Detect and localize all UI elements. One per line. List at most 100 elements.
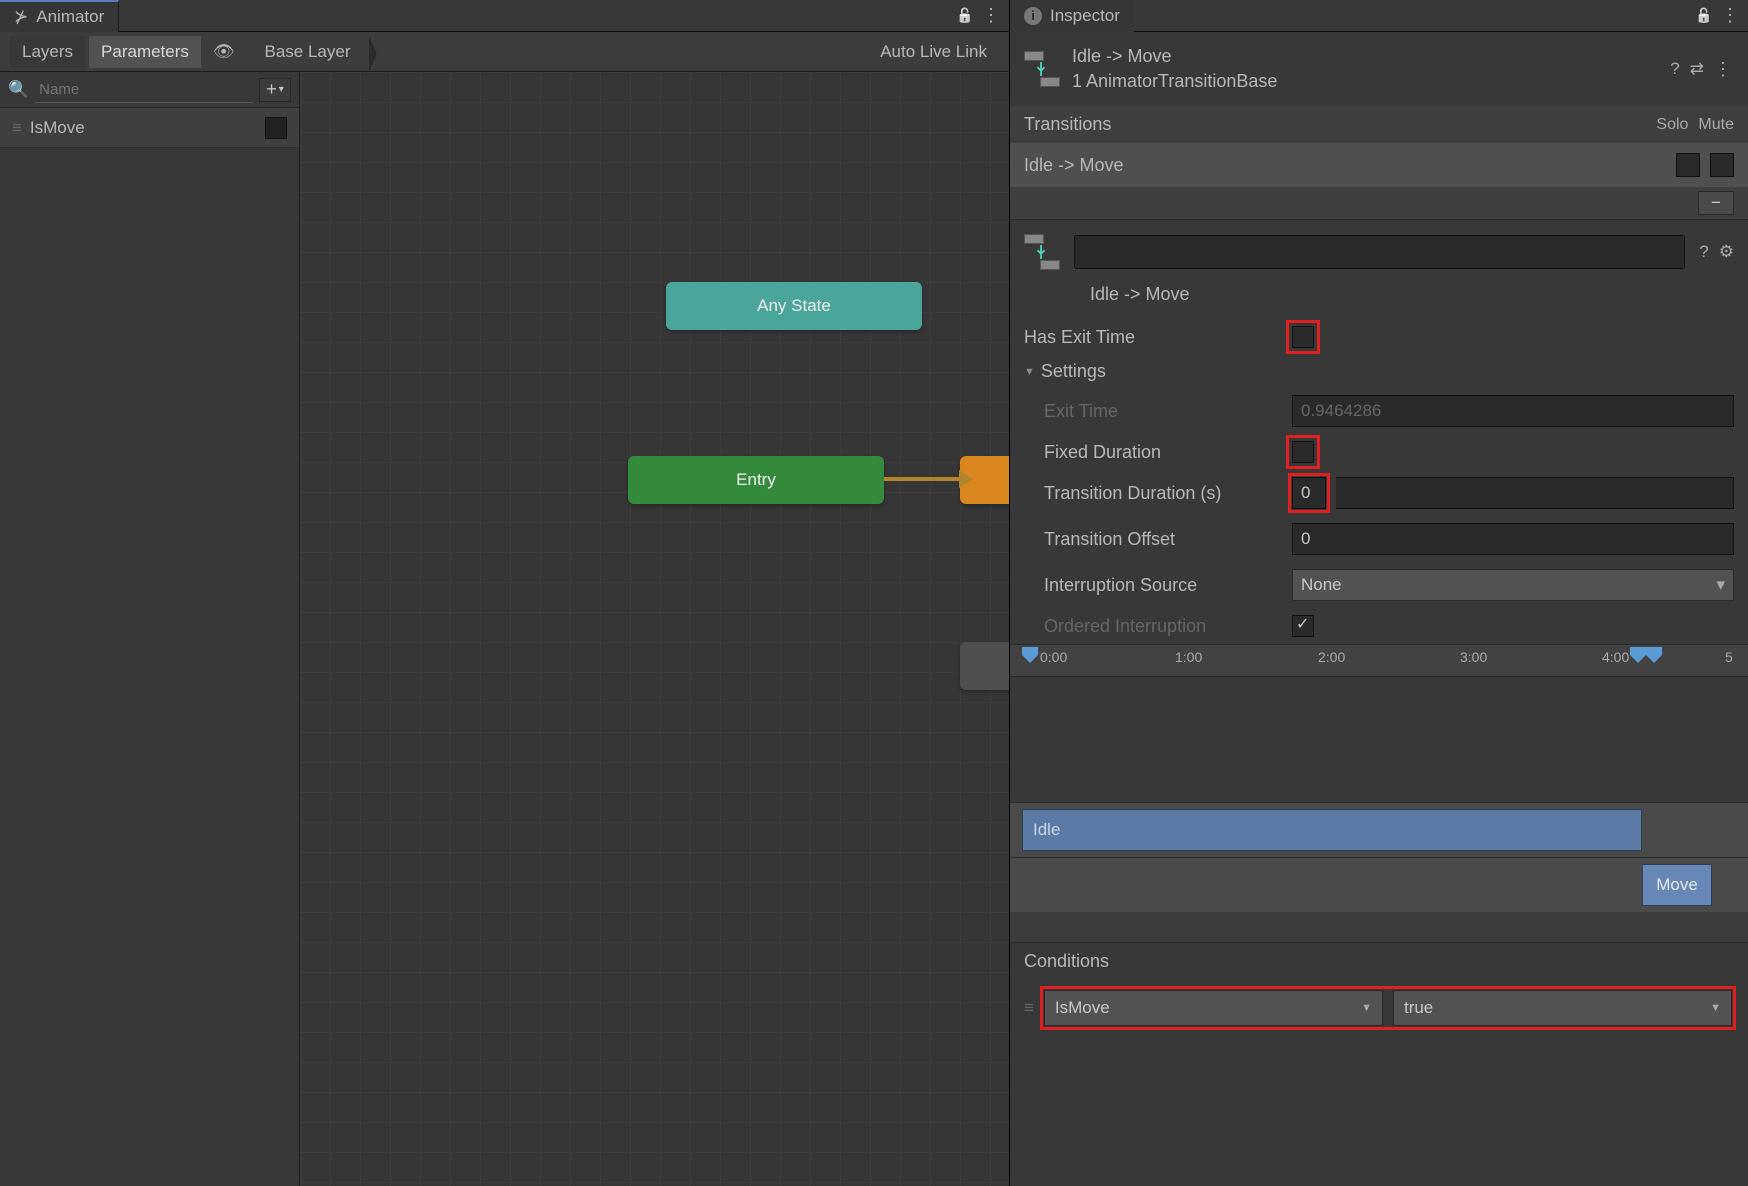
- inspector-subtitle: 1 AnimatorTransitionBase: [1072, 71, 1277, 92]
- lock-icon[interactable]: [957, 8, 973, 24]
- layers-tab-btn[interactable]: Layers: [10, 36, 85, 68]
- transition-icon: [1024, 51, 1060, 87]
- animator-tab-bar: ⊁ Animator: [0, 0, 1009, 32]
- mute-label: Mute: [1698, 116, 1734, 134]
- help-icon[interactable]: ?: [1699, 242, 1708, 262]
- node-move[interactable]: Move: [960, 642, 1009, 690]
- animator-tab[interactable]: ⊁ Animator: [0, 0, 119, 32]
- interruption-source-label: Interruption Source: [1024, 575, 1282, 596]
- fixed-duration-checkbox[interactable]: [1292, 441, 1314, 463]
- transition-item-label: Idle -> Move: [1024, 155, 1124, 176]
- transition-duration-field[interactable]: [1336, 477, 1734, 509]
- gear-icon[interactable]: ⚙: [1719, 242, 1734, 262]
- condition-parameter-select[interactable]: IsMove: [1044, 990, 1383, 1026]
- transition-icon: [1024, 234, 1060, 270]
- timeline-move-track[interactable]: Move: [1010, 857, 1748, 912]
- inspector-icon: i: [1024, 7, 1042, 25]
- has-exit-time-checkbox[interactable]: [1292, 326, 1314, 348]
- mute-checkbox[interactable]: [1710, 153, 1734, 177]
- node-any-state[interactable]: Any State: [666, 282, 922, 330]
- parameter-search-input[interactable]: [35, 77, 253, 103]
- transition-duration-label: Transition Duration (s): [1024, 483, 1282, 504]
- node-entry[interactable]: Entry: [628, 456, 884, 504]
- conditions-header: Conditions: [1010, 942, 1748, 980]
- panel-menu-icon[interactable]: [983, 8, 999, 24]
- lock-icon[interactable]: [1696, 8, 1712, 24]
- interruption-source-select[interactable]: None: [1292, 569, 1734, 601]
- eye-icon[interactable]: 👁: [213, 42, 235, 62]
- idle-clip-block[interactable]: Idle: [1022, 809, 1642, 851]
- has-exit-time-row: Has Exit Time: [1010, 319, 1748, 355]
- help-icon[interactable]: ?: [1670, 59, 1679, 80]
- timeline-idle-track[interactable]: Idle: [1010, 802, 1748, 857]
- move-clip-block[interactable]: Move: [1642, 864, 1712, 906]
- transitions-label: Transitions: [1024, 114, 1111, 135]
- animator-toolbar: Layers Parameters 👁 Base Layer Auto Live…: [0, 32, 1009, 72]
- transition-name-row: ? ⚙: [1010, 220, 1748, 284]
- timeline-tracks[interactable]: [1010, 677, 1748, 802]
- ruler-tick: 4:00: [1602, 649, 1629, 665]
- panel-menu-icon[interactable]: [1722, 8, 1738, 24]
- transition-name-label: Idle -> Move: [1010, 284, 1748, 319]
- fixed-duration-label: Fixed Duration: [1024, 442, 1282, 463]
- transition-entry-idle[interactable]: [884, 477, 959, 481]
- transition-name-input[interactable]: [1074, 235, 1685, 269]
- interruption-source-row: Interruption Source None: [1010, 562, 1748, 608]
- drag-handle-icon[interactable]: ≡: [1024, 998, 1032, 1018]
- drag-handle-icon[interactable]: ≡: [12, 118, 20, 138]
- auto-live-link-btn[interactable]: Auto Live Link: [868, 36, 999, 68]
- timeline-ruler[interactable]: 0:00 1:00 2:00 3:00 4:00 5: [1010, 645, 1748, 677]
- solo-label: Solo: [1656, 116, 1688, 134]
- settings-foldout[interactable]: Settings: [1010, 355, 1748, 388]
- inspector-tab-label: Inspector: [1050, 6, 1120, 26]
- has-exit-time-label: Has Exit Time: [1024, 327, 1282, 348]
- settings-icon[interactable]: ⇄: [1690, 59, 1704, 80]
- transition-timeline[interactable]: 0:00 1:00 2:00 3:00 4:00 5 Idle Move: [1010, 644, 1748, 942]
- inspector-panel: i Inspector Idle -> Move 1 AnimatorTrans…: [1010, 0, 1748, 1186]
- search-icon: 🔍: [8, 80, 29, 100]
- ruler-tick: 2:00: [1318, 649, 1345, 665]
- add-parameter-button[interactable]: +▾: [259, 78, 291, 102]
- ordered-interruption-row: Ordered Interruption: [1010, 608, 1748, 644]
- remove-transition-button[interactable]: −: [1698, 191, 1734, 215]
- menu-icon[interactable]: [1714, 59, 1732, 80]
- parameter-bool-checkbox[interactable]: [265, 117, 287, 139]
- animator-panel: ⊁ Animator Layers Parameters 👁 Base Laye…: [0, 0, 1010, 1186]
- transition-offset-row: Transition Offset: [1010, 516, 1748, 562]
- exit-time-row: Exit Time: [1010, 388, 1748, 434]
- parameter-item[interactable]: ≡ IsMove: [0, 108, 299, 148]
- transition-duration-row: Transition Duration (s): [1010, 470, 1748, 516]
- ordered-interruption-checkbox: [1292, 615, 1314, 637]
- parameter-name: IsMove: [30, 118, 85, 138]
- exit-time-field: [1292, 395, 1734, 427]
- solo-checkbox[interactable]: [1676, 153, 1700, 177]
- inspector-tab[interactable]: i Inspector: [1010, 0, 1134, 32]
- parameters-sidebar: 🔍 +▾ ≡ IsMove: [0, 72, 300, 1186]
- ordered-interruption-label: Ordered Interruption: [1024, 616, 1282, 637]
- transition-offset-field[interactable]: [1292, 523, 1734, 555]
- animator-tab-label: Animator: [36, 7, 104, 27]
- ruler-tick: 3:00: [1460, 649, 1487, 665]
- condition-value-select[interactable]: true: [1393, 990, 1732, 1026]
- fixed-duration-row: Fixed Duration: [1010, 434, 1748, 470]
- ruler-tick: 5: [1725, 649, 1733, 665]
- inspector-header: Idle -> Move 1 AnimatorTransitionBase ? …: [1010, 32, 1748, 106]
- transition-duration-field-highlight[interactable]: [1292, 477, 1326, 509]
- playhead-out-icon[interactable]: [1644, 645, 1664, 670]
- condition-row: ≡ IsMove true: [1010, 980, 1748, 1036]
- breadcrumb-item[interactable]: Base Layer: [253, 36, 369, 68]
- ruler-tick: 0:00: [1040, 649, 1067, 665]
- parameters-tab-btn[interactable]: Parameters: [89, 36, 201, 68]
- settings-label: Settings: [1041, 361, 1106, 382]
- inspector-tab-bar: i Inspector: [1010, 0, 1748, 32]
- transition-list-item[interactable]: Idle -> Move: [1010, 143, 1748, 187]
- inspector-title: Idle -> Move: [1072, 46, 1277, 67]
- breadcrumb[interactable]: Base Layer: [253, 36, 369, 68]
- animator-icon: ⊁: [14, 7, 28, 27]
- playhead-start-icon[interactable]: [1020, 645, 1040, 670]
- ruler-tick: 1:00: [1175, 649, 1202, 665]
- animator-graph[interactable]: Any State Entry Idle Move: [300, 72, 1009, 1186]
- transitions-header: Transitions Solo Mute: [1010, 106, 1748, 143]
- transition-offset-label: Transition Offset: [1024, 529, 1282, 550]
- exit-time-label: Exit Time: [1024, 401, 1282, 422]
